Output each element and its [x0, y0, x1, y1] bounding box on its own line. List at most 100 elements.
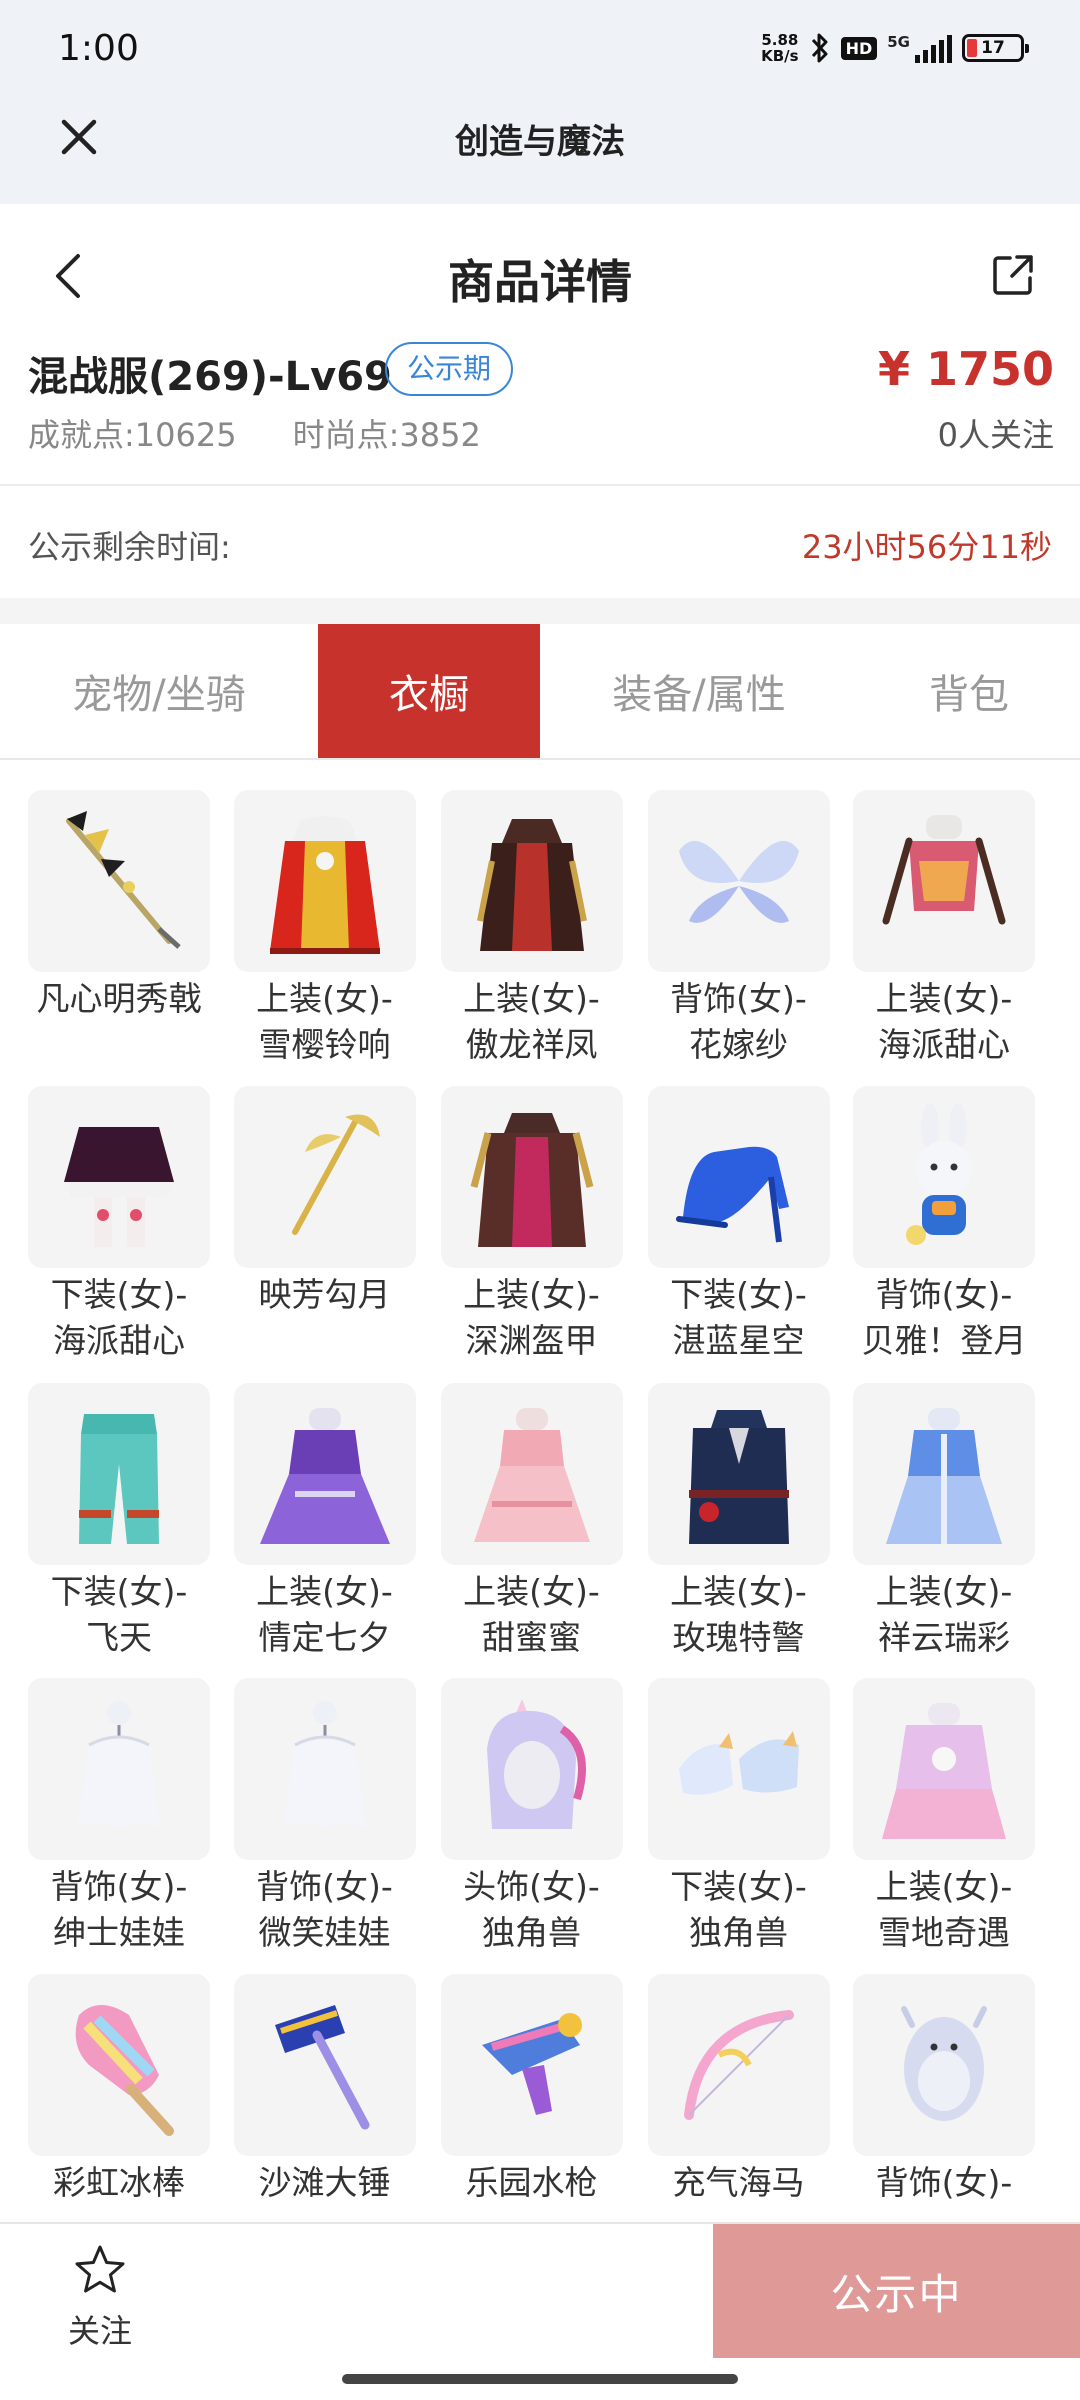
wardrobe-item[interactable]: 下装(女)- 湛蓝星空 — [647, 1085, 830, 1364]
item-label: 上装(女)- 雪樱铃响 — [234, 976, 416, 1068]
wardrobe-item[interactable]: 映芳勾月 — [233, 1085, 416, 1318]
item-label-line2: 花嫁纱 — [689, 1025, 788, 1064]
item-label: 上装(女)- 玫瑰特警 — [648, 1569, 830, 1661]
dark-dress-icon — [476, 819, 587, 951]
network-speed-unit: KB/s — [761, 47, 799, 65]
item-label-line2: 玫瑰特警 — [672, 1617, 805, 1657]
wardrobe-item[interactable]: 乐园水枪 — [440, 1973, 623, 2206]
item-label-line1: 背饰(女)- — [875, 2162, 1013, 2202]
item-thumbnail — [233, 1382, 416, 1565]
tab-backpack[interactable]: 背包 — [858, 624, 1080, 758]
item-label: 上装(女)- 甜蜜蜜 — [441, 1569, 623, 1661]
ghost-doll-icon — [77, 1701, 161, 1829]
product-header: 混战服(269)-Lv69 公示期 ¥ 1750 成就点:10625 时尚点:38… — [0, 342, 1080, 484]
item-thumbnail — [853, 1973, 1035, 2156]
item-label-line1: 上装(女)- — [463, 1274, 600, 1314]
item-thumbnail — [853, 1085, 1035, 1268]
item-label: 下装(女)- 独角兽 — [648, 1864, 830, 1956]
wardrobe-item[interactable]: 上装(女)- 深渊盔甲 — [440, 1085, 623, 1364]
pink-coat-icon — [882, 1703, 1006, 1839]
tab-pets-mounts[interactable]: 宠物/坐骑 — [0, 624, 318, 758]
item-label-line1: 上装(女)- — [875, 979, 1013, 1018]
wardrobe-item[interactable]: 头饰(女)- 独角兽 — [440, 1678, 623, 1956]
wardrobe-item[interactable]: 上装(女)- 海派甜心 — [853, 790, 1035, 1068]
item-label-line1: 彩虹冰棒 — [53, 2162, 185, 2202]
follower-count: 0人关注 — [937, 416, 1054, 454]
wardrobe-item[interactable]: 下装(女)- 海派甜心 — [28, 1085, 210, 1364]
status-icons: 5.88 KB/s HD 5G 17 — [761, 26, 1029, 70]
item-label-line1: 背饰(女)- — [875, 1274, 1013, 1314]
item-label-line1: 上装(女)- — [256, 1571, 393, 1611]
item-label-line2: 贝雅！登月 — [861, 1320, 1027, 1360]
item-label: 背饰(女)- 绅士娃娃 — [28, 1864, 210, 1956]
network-speed: 5.88 KB/s — [761, 32, 798, 64]
item-label-line1: 上装(女)- — [670, 1571, 807, 1611]
item-thumbnail — [28, 790, 210, 972]
wardrobe-item[interactable]: 上装(女)- 雪樱铃响 — [233, 790, 416, 1068]
item-label-line1: 下装(女)- — [670, 1274, 807, 1314]
item-thumbnail — [440, 1973, 623, 2156]
publicity-status-button[interactable]: 公示中 — [713, 2224, 1080, 2358]
item-thumbnail — [647, 1678, 830, 1860]
item-thumbnail — [440, 790, 623, 972]
seal-icon — [901, 2005, 987, 2121]
remaining-time-row: 公示剩余时间: 23小时56分11秒 — [0, 486, 1080, 596]
wardrobe-item[interactable]: 充气海马 — [647, 1973, 830, 2206]
tab-equipment[interactable]: 装备/属性 — [540, 624, 858, 758]
purple-gown-icon — [259, 1407, 390, 1544]
product-name: 混战服(269)-Lv69 — [28, 354, 392, 400]
wardrobe-item[interactable]: 彩虹冰棒 — [28, 1973, 210, 2206]
category-tabs: 宠物/坐骑 衣橱 装备/属性 背包 — [0, 624, 1080, 760]
follow-button[interactable]: 关注 — [40, 2242, 160, 2362]
star-icon — [75, 2245, 125, 2293]
wardrobe-item[interactable]: 沙滩大锤 — [233, 1973, 416, 2206]
item-thumbnail — [28, 1085, 210, 1268]
page-title: 商品详情 — [448, 255, 632, 309]
item-label: 背饰(女)- — [853, 2160, 1035, 2206]
high-heel-icon — [675, 1146, 789, 1242]
remaining-time-value: 23小时56分11秒 — [801, 528, 1052, 566]
item-thumbnail — [233, 790, 416, 972]
item-label: 背饰(女)- 花嫁纱 — [648, 976, 830, 1068]
wardrobe-item[interactable]: 下装(女)- 飞天 — [28, 1382, 210, 1661]
wardrobe-item[interactable]: 背饰(女)- 花嫁纱 — [647, 790, 830, 1068]
wardrobe-item[interactable]: 上装(女)- 雪地奇遇 — [853, 1678, 1035, 1956]
wardrobe-item[interactable]: 上装(女)- 甜蜜蜜 — [440, 1382, 623, 1661]
share-icon[interactable] — [990, 252, 1036, 298]
item-label: 下装(女)- 湛蓝星空 — [648, 1272, 830, 1364]
item-label: 下装(女)- 海派甜心 — [28, 1272, 210, 1364]
item-label-line2: 情定七夕 — [258, 1617, 391, 1657]
item-thumbnail — [233, 1973, 416, 2156]
armor-icon — [470, 1112, 593, 1247]
item-thumbnail — [28, 1973, 210, 2156]
wardrobe-item[interactable]: 上装(女)- 傲龙祥凤 — [440, 790, 623, 1068]
miniprogram-title: 创造与魔法 — [455, 122, 625, 162]
item-label: 凡心明秀戟 — [28, 976, 210, 1022]
wardrobe-item[interactable]: 上装(女)- 情定七夕 — [233, 1382, 416, 1661]
wardrobe-item[interactable]: 背饰(女)- 绅士娃娃 — [28, 1678, 210, 1956]
follow-label: 关注 — [67, 2312, 132, 2350]
page-navbar: 商品详情 — [0, 204, 1080, 344]
hammer-icon — [274, 2004, 369, 2129]
wardrobe-item[interactable]: 背饰(女)- 微笑娃娃 — [233, 1678, 416, 1956]
golden-staff-icon — [291, 1114, 380, 1235]
unicorn-hood-icon — [486, 1699, 586, 1829]
app-root: 1:00 5.88 KB/s HD 5G 17 创造与魔法 商品详情 混战服(2… — [0, 0, 1080, 2400]
wardrobe-item[interactable]: 上装(女)- 祥云瑞彩 — [853, 1382, 1035, 1661]
item-label-line1: 上装(女)- — [875, 1867, 1013, 1906]
item-label-line1: 下装(女)- — [670, 1867, 807, 1906]
item-label: 下装(女)- 飞天 — [28, 1569, 210, 1661]
item-thumbnail — [853, 1678, 1035, 1860]
wardrobe-item[interactable]: 背饰(女)- 贝雅！登月 — [853, 1085, 1035, 1364]
wardrobe-item[interactable]: 凡心明秀戟 — [28, 790, 210, 1022]
halberd-icon — [66, 811, 181, 949]
pink-dress-icon — [473, 1407, 590, 1542]
tab-wardrobe[interactable]: 衣橱 — [318, 624, 540, 758]
wardrobe-item[interactable]: 上装(女)- 玫瑰特警 — [647, 1382, 830, 1661]
wardrobe-item[interactable]: 背饰(女)- — [853, 1973, 1035, 2206]
item-label-line1: 头饰(女)- — [463, 1867, 600, 1906]
item-label-line1: 凡心明秀戟 — [36, 979, 202, 1018]
item-label-line1: 上装(女)- — [463, 979, 600, 1018]
item-thumbnail — [28, 1382, 210, 1565]
wardrobe-item[interactable]: 下装(女)- 独角兽 — [647, 1678, 830, 1956]
